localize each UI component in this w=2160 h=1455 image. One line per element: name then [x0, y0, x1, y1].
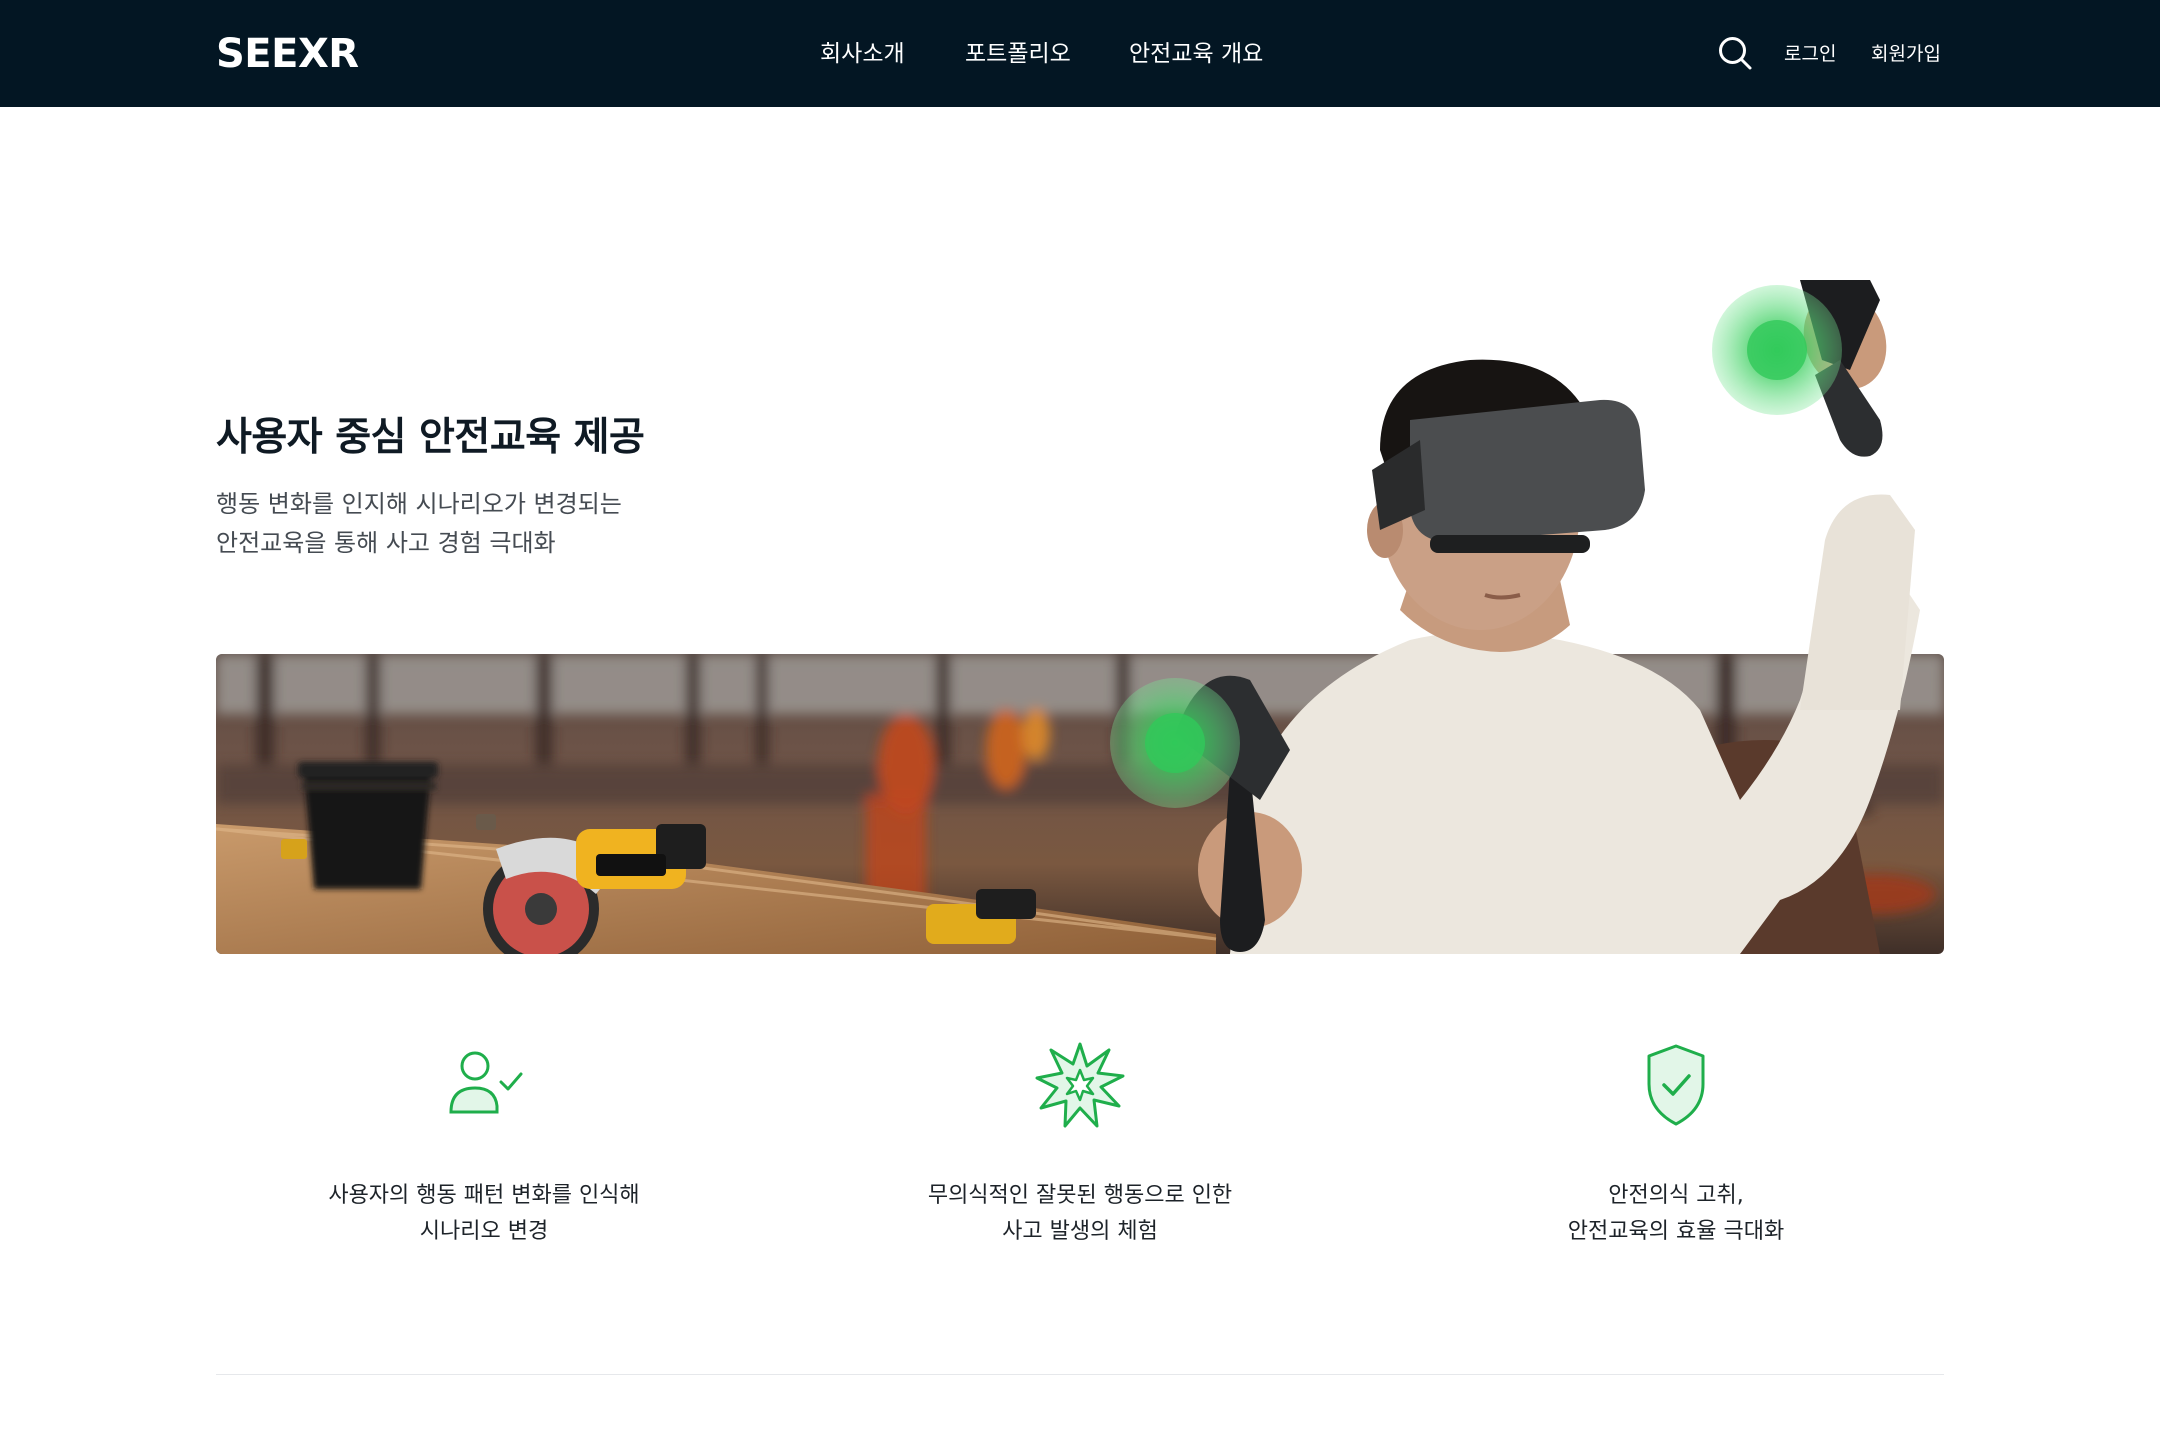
search-icon — [1719, 37, 1752, 70]
section-divider — [216, 1374, 1944, 1375]
feature-text: 사용자의 행동 패턴 변화를 인식해 시나리오 변경 — [204, 1178, 764, 1250]
page: SEEXR 회사소개 포트폴리오 안전교육 개요 로그인 회원가입 사용자 중심… — [0, 0, 2160, 1455]
nav-item-portfolio[interactable]: 포트폴리오 — [965, 37, 1071, 71]
feature-text: 안전의식 고취, 안전교육의 효율 극대화 — [1396, 1178, 1956, 1250]
feature-item: 무의식적인 잘못된 행동으로 인한 사고 발생의 체험 — [800, 1040, 1360, 1250]
user-check-icon — [449, 1051, 523, 1114]
hero-description: 행동 변화를 인지해 시나리오가 변경되는 안전교육을 통해 사고 경험 극대화 — [216, 485, 776, 563]
hero-description-line: 행동 변화를 인지해 시나리오가 변경되는 — [216, 490, 622, 518]
nav-item-safety-overview[interactable]: 안전교육 개요 — [1129, 37, 1263, 71]
vr-user-image — [1080, 260, 1940, 954]
top-nav-bar: SEEXR 회사소개 포트폴리오 안전교육 개요 로그인 회원가입 — [0, 0, 2160, 107]
feature-text-line: 무의식적인 잘못된 행동으로 인한 — [927, 1183, 1233, 1208]
feature-item: 안전의식 고취, 안전교육의 효율 극대화 — [1396, 1040, 1956, 1250]
nav-item-company[interactable]: 회사소개 — [820, 37, 905, 71]
feature-text-line: 사고 발생의 체험 — [1002, 1219, 1158, 1244]
shield-check-icon — [1647, 1044, 1705, 1126]
hero-description-line: 안전교육을 통해 사고 경험 극대화 — [216, 529, 556, 557]
explosion-icon — [1035, 1042, 1125, 1128]
hero-title: 사용자 중심 안전교육 제공 — [216, 415, 645, 460]
feature-text: 무의식적인 잘못된 행동으로 인한 사고 발생의 체험 — [800, 1178, 1360, 1250]
feature-text-line: 안전교육의 효율 극대화 — [1567, 1219, 1785, 1244]
feature-item: 사용자의 행동 패턴 변화를 인식해 시나리오 변경 — [204, 1040, 764, 1250]
feature-text-line: 시나리오 변경 — [419, 1219, 549, 1244]
site-logo[interactable]: SEEXR — [216, 30, 359, 78]
search-button[interactable] — [1717, 35, 1753, 71]
feature-text-line: 안전의식 고취, — [1608, 1183, 1744, 1208]
signup-link[interactable]: 회원가입 — [1871, 39, 1941, 69]
feature-text-line: 사용자의 행동 패턴 변화를 인식해 — [328, 1183, 640, 1208]
login-link[interactable]: 로그인 — [1784, 39, 1836, 69]
